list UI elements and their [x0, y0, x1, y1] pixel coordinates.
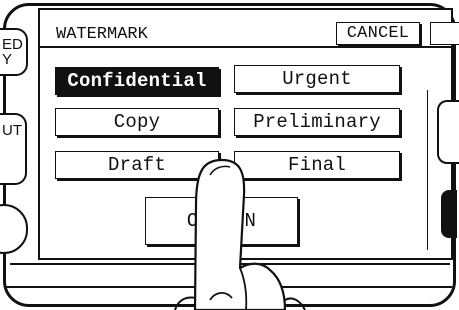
watermark-option-confidential[interactable]: Confidential: [55, 67, 219, 95]
on-button-label-left: O: [186, 210, 199, 232]
touch-panel-screen: WATERMARK CANCEL Confidential Urgent Cop…: [38, 8, 459, 260]
watermark-option-preliminary[interactable]: Preliminary: [234, 108, 400, 136]
watermark-option-draft[interactable]: Draft: [55, 151, 219, 179]
page-title: WATERMARK: [56, 25, 148, 44]
panel-base-line: [10, 263, 450, 265]
on-button[interactable]: ON: [145, 197, 298, 245]
left-edge-key-middle-label: UT: [2, 122, 22, 139]
watermark-option-final[interactable]: Final: [234, 151, 400, 179]
left-edge-key-top-line1: ED: [2, 36, 23, 53]
watermark-option-urgent[interactable]: Urgent: [234, 65, 400, 93]
on-button-label-right: N: [244, 210, 257, 232]
left-edge-key-middle[interactable]: UT: [0, 113, 27, 185]
right-column-divider: [427, 90, 428, 250]
panel-base-line-lower: [6, 286, 452, 288]
left-edge-key-top-line2: Y: [2, 51, 13, 68]
right-edge-control[interactable]: [437, 100, 459, 164]
right-edge-dark-control[interactable]: [441, 190, 457, 238]
left-edge-key-top[interactable]: ED Y: [0, 28, 28, 76]
watermark-option-copy[interactable]: Copy: [55, 108, 219, 136]
cancel-button[interactable]: CANCEL: [336, 22, 420, 45]
next-key-stub[interactable]: [430, 22, 459, 45]
